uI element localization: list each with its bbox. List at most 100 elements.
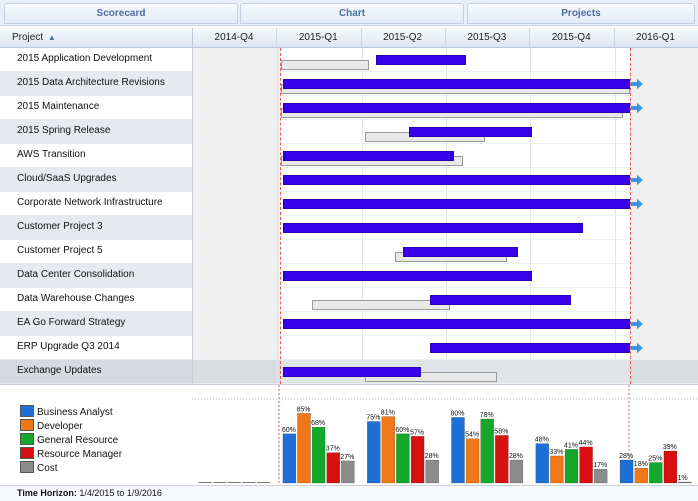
resource-bar[interactable] [593, 468, 608, 484]
bar-value-label: 18% [634, 461, 648, 468]
bar-value-label: 68% [311, 420, 325, 427]
schedule-bar[interactable] [283, 223, 583, 233]
resource-bar[interactable] [257, 482, 270, 483]
legend-label: Resource Manager [37, 449, 123, 460]
schedule-bar[interactable] [283, 151, 454, 161]
resource-bar[interactable] [663, 450, 678, 484]
legend-item: General Resource [20, 433, 122, 447]
resource-bar[interactable] [311, 426, 326, 484]
bar-value-label: 1% [678, 475, 688, 482]
schedule-bar[interactable] [430, 343, 630, 353]
quarter-header-2014-q4: 2014-Q4 [214, 32, 254, 43]
schedule-bar[interactable] [403, 247, 518, 257]
project-row-label[interactable]: AWS Transition [0, 144, 192, 168]
bar-value-label: 78% [480, 412, 494, 419]
schedule-bar[interactable] [430, 295, 571, 305]
resource-bar[interactable] [535, 443, 550, 484]
project-column-header[interactable]: Project ▲ [12, 32, 56, 43]
arrow-right-icon[interactable] [631, 319, 643, 329]
schedule-bar[interactable] [283, 319, 630, 329]
resource-bar[interactable] [649, 462, 663, 484]
project-row-label[interactable]: 2015 Application Development [0, 48, 192, 72]
arrow-right-icon[interactable] [631, 199, 643, 209]
resource-bar[interactable] [381, 416, 396, 484]
resource-chart-area: Business Analyst Developer General Resourc… [0, 384, 698, 486]
schedule-bar[interactable] [283, 199, 630, 209]
arrow-right-icon[interactable] [631, 175, 643, 185]
resource-bar[interactable] [425, 459, 439, 484]
quarter-header-2015-q1: 2015-Q1 [298, 32, 338, 43]
project-row-label[interactable]: ERP Upgrade Q3 2014 [0, 336, 192, 360]
resource-bar[interactable] [410, 436, 425, 484]
resource-bar[interactable] [634, 467, 649, 484]
bar-value-label: 85% [297, 406, 311, 413]
resource-bar[interactable] [367, 421, 381, 484]
arrow-right-icon[interactable] [631, 343, 643, 353]
project-row-label[interactable]: 2015 Maintenance [0, 96, 192, 120]
project-row-label[interactable]: Exchange Updates [0, 360, 192, 384]
project-row-label[interactable]: 2015 Data Architecture Revisions [0, 72, 192, 96]
tab-chart[interactable]: Chart [240, 3, 464, 24]
project-row-label[interactable]: Corporate Network Infrastructure [0, 192, 192, 216]
project-row-label[interactable]: EA Go Forward Strategy [0, 312, 192, 336]
legend-item: Business Analyst [20, 405, 122, 419]
quarter-divider [276, 28, 278, 48]
project-row-label[interactable]: Customer Project 3 [0, 216, 192, 240]
project-row-label[interactable]: Data Warehouse Changes [0, 288, 192, 312]
resource-bar[interactable] [509, 459, 524, 484]
resource-bar[interactable] [297, 413, 311, 484]
quarter-gridline [277, 48, 278, 384]
tab-projects[interactable]: Projects [467, 3, 695, 24]
resource-bar[interactable] [341, 460, 355, 484]
resource-bar[interactable] [619, 459, 634, 484]
legend-swatch [20, 419, 34, 431]
project-row-label[interactable]: Customer Project 5 [0, 240, 192, 264]
quarter-gridline [615, 48, 616, 384]
schedule-bar[interactable] [283, 271, 532, 281]
bar-value-label: 80% [451, 410, 465, 417]
legend-swatch [20, 447, 34, 459]
arrow-right-icon[interactable] [631, 79, 643, 89]
resource-bar-chart: 60%85%68%37%27%75%81%60% 57%28%80%54%78%5… [192, 385, 698, 486]
quarter-header-2015-q2: 2015-Q2 [383, 32, 423, 43]
resource-bar[interactable] [326, 452, 341, 484]
resource-bar[interactable] [465, 438, 480, 484]
time-horizon-footer: Time Horizon: 1/4/2015 to 1/9/2016 [0, 485, 698, 501]
resource-bar[interactable] [678, 481, 692, 484]
quarter-header-2016-q1: 2016-Q1 [636, 32, 675, 43]
legend-swatch [20, 405, 34, 417]
resource-bar[interactable] [198, 482, 212, 483]
tab-scorecard[interactable]: Scorecard [4, 3, 238, 24]
resource-bar[interactable] [242, 482, 256, 483]
resource-bar[interactable] [282, 433, 297, 484]
legend-item: Developer [20, 419, 122, 433]
schedule-bar[interactable] [409, 127, 532, 137]
sort-ascending-icon: ▲ [47, 33, 56, 42]
schedule-bar[interactable] [283, 79, 630, 89]
resource-bar[interactable] [451, 417, 465, 484]
project-row-label[interactable]: 2015 Spring Release [0, 120, 192, 144]
resource-bar[interactable] [495, 435, 509, 484]
schedule-bar[interactable] [283, 175, 630, 185]
horizon-start-line [280, 48, 281, 384]
bar-value-label: 60% [282, 427, 296, 434]
schedule-bar[interactable] [376, 55, 466, 65]
project-row-label[interactable]: Data Center Consolidation [0, 264, 192, 288]
resource-bar[interactable] [480, 418, 494, 484]
quarter-header-2015-q4: 2015-Q4 [551, 32, 591, 43]
time-horizon-label: Time Horizon: [17, 488, 77, 498]
resource-bar[interactable] [227, 482, 241, 483]
project-row-label[interactable]: Cloud/SaaS Upgrades [0, 168, 192, 192]
bar-value-label: 28% [425, 453, 439, 460]
resource-bar[interactable] [396, 433, 410, 484]
resource-bar[interactable] [213, 482, 227, 483]
resource-bar[interactable] [550, 455, 564, 484]
schedule-bar[interactable] [283, 103, 630, 113]
quarter-gridline [362, 48, 363, 384]
resource-bar[interactable] [579, 446, 593, 484]
arrow-right-icon[interactable] [631, 103, 643, 113]
legend-label: Developer [37, 421, 83, 432]
bar-value-label: 75% [366, 415, 380, 422]
schedule-bar[interactable] [283, 367, 421, 377]
resource-bar[interactable] [564, 449, 579, 484]
